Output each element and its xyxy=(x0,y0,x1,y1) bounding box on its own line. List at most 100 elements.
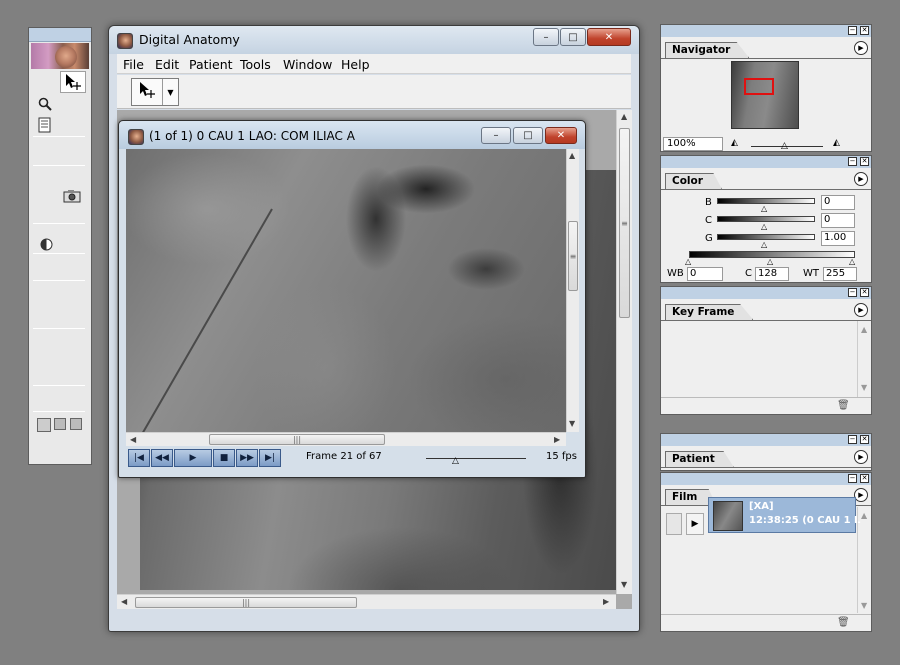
layout-2-icon[interactable] xyxy=(54,418,66,430)
app-icon xyxy=(117,33,133,49)
maximize-button[interactable]: □ xyxy=(560,28,586,46)
collapse-icon[interactable]: − xyxy=(848,157,857,166)
collapse-icon[interactable]: − xyxy=(848,474,857,483)
image-minimize-button[interactable]: – xyxy=(481,127,511,144)
workspace-horizontal-scrollbar[interactable]: ◀ ||| ▶ xyxy=(117,594,616,609)
gamma-field[interactable]: 1.00 xyxy=(821,231,855,246)
zoom-out-icon[interactable]: ◭ xyxy=(731,138,738,148)
image-titlebar[interactable]: (1 of 1) 0 CAU 1 LAO: COM ILIAC A – □ ✕ xyxy=(119,121,585,149)
navigator-caption[interactable]: − ✕ xyxy=(661,25,871,37)
key-frame-palette: − ✕ Key Frame ▶ ▲ ▼ 🗑 xyxy=(660,286,872,415)
camera-icon[interactable] xyxy=(61,186,83,206)
c-label: C xyxy=(745,268,752,279)
patient-menu-icon[interactable]: ▶ xyxy=(854,450,868,464)
navigator-view-rect[interactable] xyxy=(744,78,774,95)
key-frame-menu-icon[interactable]: ▶ xyxy=(854,303,868,317)
last-frame-button[interactable]: ▶| xyxy=(259,449,281,467)
wb-label: WB xyxy=(667,268,684,279)
gamma-row: G △ 1.00 xyxy=(661,231,869,249)
zoom-slider[interactable]: △ xyxy=(751,141,823,151)
xray-image[interactable] xyxy=(126,149,566,432)
gamma-label: G xyxy=(705,233,713,244)
collapse-icon[interactable]: − xyxy=(848,288,857,297)
stop-button[interactable]: ■ xyxy=(213,449,235,467)
app-logo xyxy=(31,43,89,69)
film-caption[interactable]: − ✕ xyxy=(661,473,871,485)
film-item-text: [XA] 12:38:25 (0 CAU 1 L xyxy=(749,501,861,526)
key-frame-caption[interactable]: − ✕ xyxy=(661,287,871,299)
tool-palette xyxy=(28,27,92,465)
color-caption[interactable]: − ✕ xyxy=(661,156,871,168)
wb-field[interactable]: 0 xyxy=(687,267,723,281)
film-play-button[interactable]: ▶ xyxy=(686,513,704,535)
menu-file[interactable]: File xyxy=(123,57,144,72)
layout-3-icon[interactable] xyxy=(70,418,82,430)
wt-label: WT xyxy=(803,268,819,279)
image-window: (1 of 1) 0 CAU 1 LAO: COM ILIAC A – □ ✕ … xyxy=(118,120,586,478)
frame-slider-knob[interactable]: △ xyxy=(452,457,459,466)
contrast-icon[interactable] xyxy=(37,235,55,253)
first-frame-button[interactable]: |◀ xyxy=(128,449,150,467)
film-select-checkbox[interactable] xyxy=(666,513,682,535)
close-button[interactable]: ✕ xyxy=(587,28,631,46)
image-horizontal-scrollbar[interactable]: ◀ ||| ▶ xyxy=(126,432,566,446)
image-vertical-scrollbar[interactable]: ▲ ≡ ▼ xyxy=(566,149,579,432)
tab-color[interactable]: Color xyxy=(665,173,722,189)
layout-1-icon[interactable] xyxy=(37,418,51,432)
main-titlebar[interactable]: Digital Anatomy – □ ✕ xyxy=(109,26,639,54)
chevron-down-icon[interactable]: ▼ xyxy=(162,79,178,105)
close-icon[interactable]: ✕ xyxy=(860,157,869,166)
fast-forward-button[interactable]: ▶▶ xyxy=(236,449,258,467)
play-button[interactable]: ▶ xyxy=(174,449,212,467)
key-frame-scrollbar[interactable]: ▲ ▼ xyxy=(857,321,871,397)
wt-field[interactable]: 255 xyxy=(823,267,857,281)
tool-selector[interactable]: ▼ xyxy=(131,78,179,106)
film-item[interactable]: [XA] 12:38:25 (0 CAU 1 L xyxy=(708,497,860,533)
collapse-icon[interactable]: − xyxy=(848,26,857,35)
select-move-tool-icon[interactable] xyxy=(60,71,86,93)
c-field[interactable]: 128 xyxy=(755,267,789,281)
menu-help[interactable]: Help xyxy=(341,57,370,72)
tab-navigator[interactable]: Navigator xyxy=(665,42,750,58)
main-toolbar: ▼ xyxy=(117,75,631,109)
close-icon[interactable]: ✕ xyxy=(860,26,869,35)
rewind-button[interactable]: ◀◀ xyxy=(151,449,173,467)
navigator-thumbnail[interactable] xyxy=(731,61,799,129)
color-menu-icon[interactable]: ▶ xyxy=(854,172,868,186)
contrast-field[interactable]: 0 xyxy=(821,213,855,228)
collapse-icon[interactable]: − xyxy=(848,435,857,444)
contrast-row: C △ 0 xyxy=(661,213,869,231)
minimize-button[interactable]: – xyxy=(533,28,559,46)
tab-patient[interactable]: Patient xyxy=(665,451,734,467)
playback-bar: |◀ ◀◀ ▶ ■ ▶▶ ▶| Frame 21 of 67 △ 15 fps xyxy=(126,447,579,471)
navigator-menu-icon[interactable]: ▶ xyxy=(854,41,868,55)
film-palette: − ✕ Film ▶ ▶ [XA] 12:38:25 (0 CAU 1 L ▲ ▼… xyxy=(660,472,872,632)
menu-edit[interactable]: Edit xyxy=(155,57,179,72)
close-icon[interactable]: ✕ xyxy=(860,474,869,483)
menu-tools[interactable]: Tools xyxy=(240,57,271,72)
arrow-move-icon xyxy=(132,81,162,103)
trash-icon[interactable]: 🗑 xyxy=(837,400,850,411)
zoom-field[interactable]: 100% xyxy=(663,137,723,151)
magnifier-icon[interactable] xyxy=(35,94,55,114)
zoom-in-icon[interactable]: ◭ xyxy=(833,138,840,148)
film-scrollbar[interactable]: ▲ ▼ xyxy=(857,507,871,613)
color-palette: − ✕ Color ▶ B △ 0 C △ 0 G △ 1.00 △ △ △ W… xyxy=(660,155,872,283)
menu-window[interactable]: Window xyxy=(283,57,332,72)
image-close-button[interactable]: ✕ xyxy=(545,127,577,144)
frame-slider[interactable]: △ xyxy=(426,457,526,466)
close-icon[interactable]: ✕ xyxy=(860,288,869,297)
tab-key-frame[interactable]: Key Frame xyxy=(665,304,754,320)
menu-bar: File Edit Patient Tools Window Help xyxy=(117,54,631,74)
workspace-vertical-scrollbar[interactable]: ▲ ≡ ▼ xyxy=(616,110,632,594)
brightness-field[interactable]: 0 xyxy=(821,195,855,210)
patient-caption[interactable]: − ✕ xyxy=(661,434,871,446)
trash-icon[interactable]: 🗑 xyxy=(837,617,850,628)
image-maximize-button[interactable]: □ xyxy=(513,127,543,144)
patient-palette: − ✕ Patient ▶ xyxy=(660,433,872,471)
close-icon[interactable]: ✕ xyxy=(860,435,869,444)
tool-palette-caption[interactable] xyxy=(29,28,91,42)
navigator-palette: − ✕ Navigator ▶ 100% ◭ △ ◭ xyxy=(660,24,872,152)
menu-patient[interactable]: Patient xyxy=(189,57,233,72)
document-icon[interactable] xyxy=(35,115,55,135)
